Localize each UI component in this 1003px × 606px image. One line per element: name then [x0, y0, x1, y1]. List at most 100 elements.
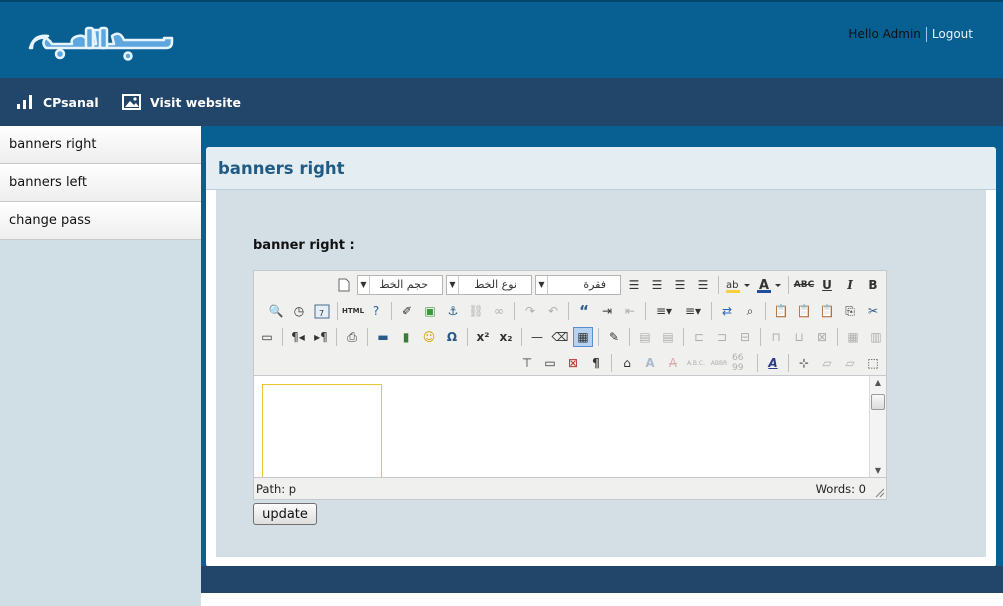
ltr-direction-icon[interactable]: ▸¶ [311, 327, 331, 347]
font-name-select[interactable]: ▼ نوع الخط [446, 275, 532, 295]
redo-icon[interactable]: ↷ [520, 301, 540, 321]
row-after-icon[interactable]: ⊐ [712, 327, 732, 347]
resize-grip-icon[interactable] [873, 486, 885, 498]
toolbar-separator [683, 328, 684, 346]
italic-icon[interactable]: I [840, 275, 860, 295]
style-props-icon[interactable]: ⌂ [617, 353, 637, 373]
sidebar-item-change-pass[interactable]: change pass [0, 202, 201, 240]
align-center-icon[interactable]: ☰ [670, 275, 690, 295]
no-break-icon[interactable]: ⊠ [563, 353, 583, 373]
nav-item-cpanel[interactable]: CPsanal [16, 78, 99, 126]
scroll-down-icon[interactable]: ▼ [870, 464, 886, 478]
update-button[interactable]: update [253, 503, 317, 525]
edit-icon[interactable]: ✎ [604, 327, 624, 347]
attribs-icon[interactable]: A [763, 353, 783, 373]
special-char-icon[interactable]: Ω [442, 327, 462, 347]
align-left-icon[interactable]: ☰ [693, 275, 713, 295]
print-icon[interactable]: ⎙ [342, 327, 362, 347]
scroll-up-icon[interactable]: ▲ [870, 376, 886, 390]
toolbar-separator [765, 302, 766, 320]
top-nav: CPsanal Visit website [0, 78, 1003, 126]
insert-time-icon[interactable]: ◷ [289, 301, 309, 321]
paste-word-icon[interactable]: 📋 [771, 301, 791, 321]
sidebar-item-banners-left[interactable]: banners left [0, 164, 201, 202]
bullet-list-icon[interactable]: ≡▾ [680, 301, 706, 321]
find-icon[interactable]: ⌕ [740, 301, 760, 321]
preview-icon[interactable]: 🔍 [266, 301, 286, 321]
chevron-down-icon: ▼ [358, 276, 370, 294]
anchor-icon[interactable]: ⚓ [443, 301, 463, 321]
merge-cells-icon[interactable]: ▦ [843, 327, 863, 347]
paste-icon[interactable]: 📋 [817, 301, 837, 321]
col-before-icon[interactable]: ⊓ [766, 327, 786, 347]
text-color-icon[interactable]: A [755, 275, 783, 295]
bold-icon[interactable]: B [863, 275, 883, 295]
abbr-icon[interactable]: ABBR [709, 353, 729, 373]
site-logo[interactable] [26, 22, 176, 64]
align-right-icon[interactable]: ☰ [647, 275, 667, 295]
show-blocks-icon[interactable]: ¶ [586, 353, 606, 373]
split-cells-icon[interactable]: ▥ [866, 327, 886, 347]
new-document-icon[interactable] [334, 275, 354, 295]
logout-link[interactable]: Logout [932, 27, 973, 41]
underline-icon[interactable]: U [817, 275, 837, 295]
emotions-icon[interactable]: ☺ [419, 327, 439, 347]
quote-icon[interactable]: 66 99 [732, 353, 752, 373]
subscript-icon[interactable]: x₂ [496, 327, 516, 347]
nav-item-visit-website[interactable]: Visit website [122, 78, 241, 126]
visual-aid-icon[interactable]: ▦ [573, 327, 593, 347]
insert-date-icon[interactable]: 7 [312, 301, 332, 321]
cite-icon[interactable]: A [640, 353, 660, 373]
toolbar-separator [367, 328, 368, 346]
insert-layer-icon[interactable]: ▬ [373, 327, 393, 347]
remove-format-icon[interactable]: ⌫ [550, 327, 570, 347]
rtl-direction-icon[interactable]: ¶◂ [288, 327, 308, 347]
copy-icon[interactable]: ⎘ [840, 301, 860, 321]
superscript-icon[interactable]: x² [473, 327, 493, 347]
sidebar-item-banners-right[interactable]: banners right [0, 126, 201, 164]
indent-icon[interactable]: ⇥ [597, 301, 617, 321]
move-forward-icon[interactable]: ▱ [840, 353, 860, 373]
numbered-list-icon[interactable]: ≡▾ [651, 301, 677, 321]
justify-icon[interactable]: ☰ [624, 275, 644, 295]
editor-content-area[interactable]: ▲ ▼ [254, 375, 886, 478]
replace-icon[interactable]: ⇄ [717, 301, 737, 321]
link-icon[interactable]: ∞ [489, 301, 509, 321]
highlight-color-icon[interactable]: ab [724, 275, 752, 295]
absolute-icon[interactable]: ⊹ [794, 353, 814, 373]
page-break-icon[interactable]: ⊤ [517, 353, 537, 373]
table-delete-icon[interactable]: ▤ [658, 327, 678, 347]
editor-scrollbar[interactable]: ▲ ▼ [869, 376, 886, 478]
strikethrough-icon[interactable]: ABC [794, 275, 814, 295]
template-icon[interactable]: ▭ [540, 353, 560, 373]
cleanup-icon[interactable]: ✐ [397, 301, 417, 321]
paste-text-icon[interactable]: 📋 [794, 301, 814, 321]
toolbar-separator [629, 328, 630, 346]
outdent-icon[interactable]: ⇤ [620, 301, 640, 321]
html-source-icon[interactable]: HTML [342, 301, 364, 321]
col-after-icon[interactable]: ⊔ [789, 327, 809, 347]
row-before-icon[interactable]: ⊏ [689, 327, 709, 347]
insert-media-icon[interactable]: ▮ [396, 327, 416, 347]
unlink-icon[interactable]: ⛓ [466, 301, 486, 321]
scroll-thumb[interactable] [871, 394, 885, 410]
delete-col-icon[interactable]: ⊠ [812, 327, 832, 347]
delete-row-icon[interactable]: ⊟ [735, 327, 755, 347]
acronym-icon[interactable]: A.B.C. [686, 353, 706, 373]
picture-icon [122, 94, 141, 110]
font-size-select[interactable]: ▼ حجم الخط [357, 275, 443, 295]
fullscreen-icon[interactable]: ▭ [257, 327, 277, 347]
undo-icon[interactable]: ↶ [543, 301, 563, 321]
del-icon[interactable]: A [663, 353, 683, 373]
table-props-icon[interactable]: ▤ [635, 327, 655, 347]
cut-icon[interactable]: ✂ [863, 301, 883, 321]
format-select[interactable]: ▼ فقرة [535, 275, 621, 295]
visual-chars-icon[interactable]: ⬚ [863, 353, 883, 373]
move-backward-icon[interactable]: ▱ [817, 353, 837, 373]
insert-image-icon[interactable]: ▣ [420, 301, 440, 321]
help-icon[interactable]: ? [366, 301, 386, 321]
blockquote-icon[interactable]: “ [574, 301, 594, 321]
horizontal-rule-icon[interactable]: — [527, 327, 547, 347]
rich-text-editor: ▼ حجم الخط ▼ نوع الخط ▼ فقرة ☰ ☰ ☰ ☰ ab A A… [253, 270, 887, 500]
toolbar-separator [514, 302, 515, 320]
